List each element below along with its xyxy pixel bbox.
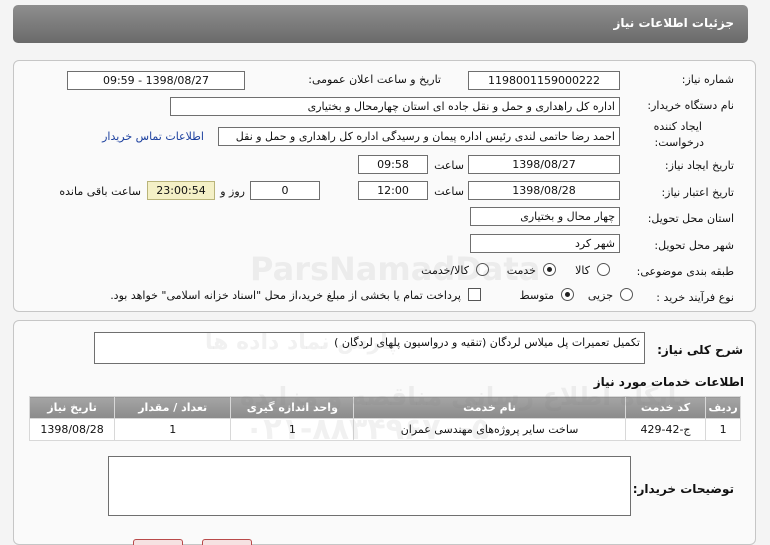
table-row: 1 ج-42-429 ساخت سایر پروژه‌های مهندسی عم…: [28, 418, 741, 441]
bottom-button-right[interactable]: [202, 539, 252, 545]
announce-date-field: 1398/08/27 - 09:59: [67, 71, 245, 90]
create-date-label: تاریخ ایجاد نیاز:: [664, 159, 734, 172]
purchase-medium-label: متوسط: [519, 289, 554, 302]
need-number-label: شماره نیاز:: [681, 73, 734, 86]
category-goods-service-label: کالا/خدمت: [421, 264, 469, 277]
validity-date-label: تاریخ اعتبار نیاز:: [661, 186, 734, 199]
purchase-type-label: نوع فرآیند خرید :: [656, 291, 734, 304]
remaining-days-field: 0: [250, 181, 320, 200]
purchase-minor-radio[interactable]: [620, 288, 633, 301]
cell-need-date: 1398/08/28: [28, 418, 116, 441]
col-service-name: نام خدمت: [353, 396, 626, 419]
creator-label-line1: ایجاد کننده: [653, 120, 702, 133]
services-section-title: اطلاعات خدمات مورد نیاز: [593, 375, 744, 389]
services-table-wrap: ردیف کد خدمت نام خدمت واحد اندازه گیری ت…: [28, 396, 741, 441]
need-number-field: 1198001159000222: [468, 71, 620, 90]
purchase-minor-label: جزیی: [587, 289, 613, 302]
city-label: شهر محل تحویل:: [654, 239, 734, 252]
province-label: استان محل تحویل:: [647, 212, 734, 225]
col-need-date: تاریخ نیاز: [28, 396, 116, 419]
bottom-button-left[interactable]: [133, 539, 183, 545]
category-label: طبقه بندی موضوعی:: [636, 265, 734, 278]
category-goods-service-radio[interactable]: [476, 263, 489, 276]
create-time-label: ساعت: [434, 159, 464, 172]
validity-date-field: 1398/08/28: [468, 181, 620, 200]
announce-date-label: تاریخ و ساعت اعلان عمومی:: [308, 73, 441, 86]
col-quantity: تعداد / مقدار: [114, 396, 232, 419]
days-label: روز و: [220, 185, 245, 198]
city-field: شهر کرد: [470, 234, 620, 253]
col-unit: واحد اندازه گیری: [230, 396, 355, 419]
description-label: شرح کلی نیاز:: [657, 343, 743, 357]
validity-time-field: 12:00: [358, 181, 428, 200]
col-row-number: ردیف: [705, 396, 741, 419]
treasury-payment-note: پرداخت تمام یا بخشی از مبلغ خرید،از محل …: [110, 289, 461, 302]
remaining-time-label: ساعت باقی مانده: [59, 185, 141, 198]
create-date-field: 1398/08/27: [468, 155, 620, 174]
buyer-org-field: اداره کل راهداری و حمل و نقل جاده ای است…: [170, 97, 620, 116]
col-service-code: کد خدمت: [624, 396, 707, 419]
creator-field: احمد رضا حاتمی لندی رئیس اداره پیمان و ر…: [218, 127, 620, 146]
cell-service-code: ج-42-429: [624, 418, 707, 441]
services-table-header: ردیف کد خدمت نام خدمت واحد اندازه گیری ت…: [28, 396, 741, 419]
buyer-notes-field: [108, 456, 631, 516]
cell-service-name: ساخت سایر پروژه‌های مهندسی عمران: [353, 418, 626, 441]
cell-unit: 1: [230, 418, 355, 441]
remaining-time-field: 23:00:54: [147, 181, 215, 200]
category-goods-label: کالا: [575, 264, 590, 277]
category-service-label: خدمت: [506, 264, 536, 277]
page-title-bar: جزئیات اطلاعات نیاز: [13, 5, 748, 43]
description-field: تکمیل تعمیرات پل میلاس لردگان (تنقیه و د…: [94, 332, 645, 364]
cell-quantity: 1: [114, 418, 232, 441]
purchase-medium-radio[interactable]: [561, 288, 574, 301]
buyer-contact-link[interactable]: اطلاعات تماس خریدار: [102, 130, 204, 143]
category-goods-radio[interactable]: [597, 263, 610, 276]
category-service-radio[interactable]: [543, 263, 556, 276]
create-time-field: 09:58: [358, 155, 428, 174]
services-table: ردیف کد خدمت نام خدمت واحد اندازه گیری ت…: [28, 396, 741, 441]
validity-time-label: ساعت: [434, 185, 464, 198]
province-field: چهار محال و بختیاری: [470, 207, 620, 226]
buyer-notes-label: توضیحات خریدار:: [632, 482, 734, 496]
buyer-org-label: نام دستگاه خریدار:: [647, 99, 734, 112]
cell-row-number: 1: [705, 418, 741, 441]
page-title: جزئیات اطلاعات نیاز: [613, 16, 734, 30]
treasury-payment-checkbox[interactable]: [468, 288, 481, 301]
creator-label-line2: درخواست:: [654, 136, 704, 149]
